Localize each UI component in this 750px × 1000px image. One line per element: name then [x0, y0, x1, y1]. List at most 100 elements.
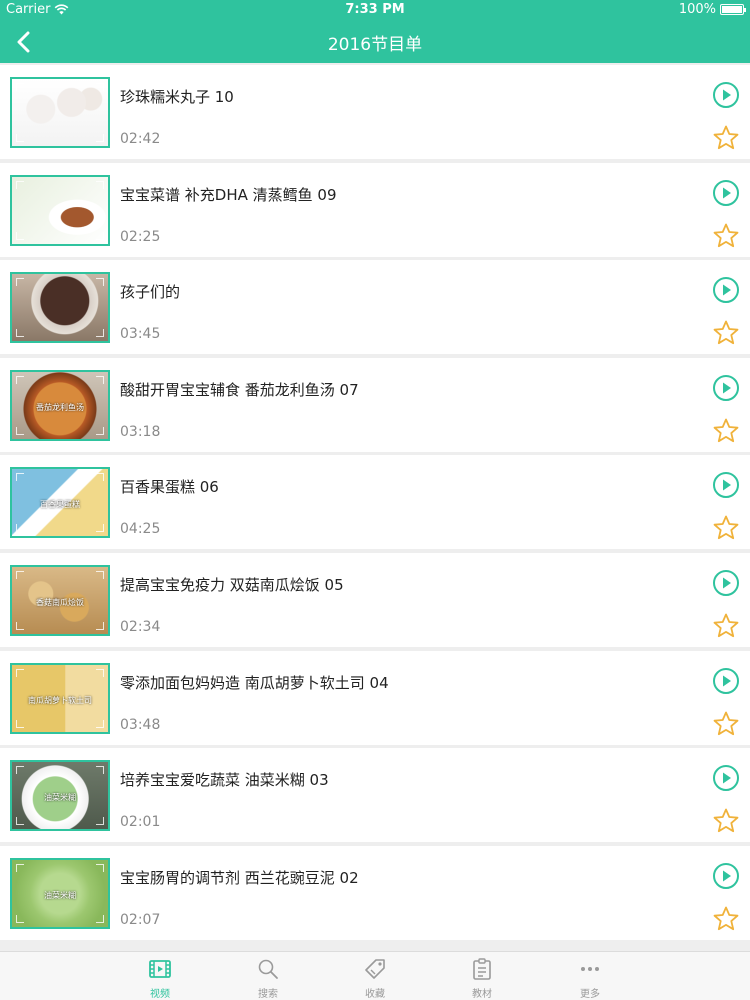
favorite-button[interactable]	[712, 319, 740, 347]
play-icon	[713, 374, 739, 401]
status-bar: Carrier 7:33 PM 100%	[0, 0, 750, 20]
video-title: 提高宝宝免疫力 双菇南瓜烩饭 05	[120, 576, 344, 594]
play-button[interactable]	[712, 81, 740, 109]
play-icon	[713, 570, 739, 596]
thumbnail-corner-mark	[16, 668, 24, 677]
play-button[interactable]	[712, 471, 740, 499]
favorite-button[interactable]	[712, 124, 740, 152]
play-button[interactable]	[712, 667, 740, 695]
play-button[interactable]	[712, 862, 740, 890]
video-thumbnail[interactable]: 百香果蛋糕	[10, 467, 110, 539]
video-duration: 02:01	[120, 814, 161, 831]
thumbnail-corner-mark	[96, 231, 104, 240]
thumbnail-corner-mark	[16, 134, 24, 142]
tab-search[interactable]: 搜索	[228, 952, 308, 1000]
star-icon	[713, 223, 739, 247]
thumbnail-corner-mark	[96, 817, 104, 826]
favorite-button[interactable]	[712, 710, 740, 738]
tab-label: 教材	[472, 989, 492, 1000]
list-item[interactable]: 番茄龙利鱼汤 酸甜开胃宝宝辅食 番茄龙利鱼汤 07 03:18	[0, 357, 750, 452]
navigation-bar: 2016节目单	[0, 20, 750, 63]
video-thumbnail[interactable]	[10, 77, 110, 148]
thumbnail-corner-mark	[96, 278, 104, 287]
thumbnail-corner-mark	[16, 278, 24, 287]
video-title: 孩子们的	[120, 283, 181, 302]
thumbnail-corner-mark	[96, 914, 104, 923]
tab-tag[interactable]: 收藏	[335, 952, 415, 1000]
play-icon	[713, 667, 739, 694]
tab-label: 更多	[580, 989, 600, 1000]
list-item[interactable]: 宝宝菜谱 补充DHA 清蒸鳕鱼 09 02:25	[0, 162, 750, 257]
status-time: 7:33 PM	[345, 2, 405, 17]
tab-label: 收藏	[365, 989, 385, 1000]
thumbnail-corner-mark	[16, 329, 24, 338]
thumbnail-corner-mark	[16, 231, 24, 240]
list-item[interactable]: 油菜米糊 培养宝宝爱吃蔬菜 油菜米糊 03 02:01	[0, 748, 750, 843]
star-icon	[713, 906, 739, 930]
star-icon	[713, 808, 739, 833]
list-item[interactable]: 南瓜胡萝卜软土司 零添加面包妈妈造 南瓜胡萝卜软土司 04 03:48	[0, 650, 750, 745]
video-duration: 02:42	[120, 131, 161, 147]
thumbnail-corner-mark	[96, 571, 104, 579]
video-duration: 04:25	[120, 521, 161, 538]
thumbnail-caption: 油菜米糊	[44, 890, 76, 900]
video-title: 宝宝肠胃的调节剂 西兰花豌豆泥 02	[120, 868, 359, 887]
thumbnail-corner-mark	[96, 719, 104, 728]
thumbnail-corner-mark	[16, 863, 24, 872]
favorite-button[interactable]	[712, 612, 740, 640]
thumbnail-caption: 番茄龙利鱼汤	[36, 402, 84, 412]
video-duration: 03:48	[120, 716, 161, 733]
thumbnail-corner-mark	[96, 863, 104, 872]
thumbnail-corner-mark	[16, 83, 24, 91]
play-button[interactable]	[712, 276, 740, 304]
thumbnail-caption: 油菜米糊	[44, 793, 76, 803]
list-item[interactable]: 香菇南瓜烩饭 提高宝宝免疫力 双菇南瓜烩饭 05 02:34	[0, 553, 750, 647]
video-thumbnail[interactable]: 番茄龙利鱼汤	[10, 369, 110, 441]
favorite-button[interactable]	[712, 514, 740, 542]
tab-clipboard[interactable]: 教材	[442, 952, 522, 1000]
tab-label: 搜索	[258, 989, 278, 1000]
thumbnail-corner-mark	[96, 473, 104, 482]
play-button[interactable]	[712, 569, 740, 597]
thumbnail-corner-mark	[96, 622, 104, 630]
thumbnail-corner-mark	[16, 766, 24, 775]
star-icon	[713, 515, 739, 540]
favorite-button[interactable]	[712, 222, 740, 250]
tab-more[interactable]: 更多	[550, 952, 630, 1000]
video-list[interactable]: 珍珠糯米丸子 10 02:42 宝宝菜谱 补充DHA 清蒸鳕鱼 09 02:25 孩子们…	[0, 63, 750, 951]
favorite-button[interactable]	[712, 807, 740, 835]
video-thumbnail[interactable]: 香菇南瓜烩饭	[10, 565, 110, 636]
thumbnail-caption: 百香果蛋糕	[40, 500, 80, 510]
video-title: 培养宝宝爱吃蔬菜 油菜米糊 03	[120, 771, 329, 790]
video-title: 宝宝菜谱 补充DHA 清蒸鳕鱼 09	[120, 185, 337, 204]
play-button[interactable]	[712, 764, 740, 792]
favorite-button[interactable]	[712, 417, 740, 445]
play-icon	[713, 179, 739, 206]
video-thumbnail[interactable]: 南瓜胡萝卜软土司	[10, 662, 110, 734]
thumbnail-corner-mark	[16, 524, 24, 533]
video-thumbnail[interactable]	[10, 174, 110, 246]
list-item[interactable]: 孩子们的 03:45	[0, 260, 750, 355]
play-icon	[713, 765, 739, 792]
video-duration: 02:34	[120, 619, 161, 635]
thumbnail-corner-mark	[16, 719, 24, 728]
list-item[interactable]: 油菜米糊 宝宝肠胃的调节剂 西兰花豌豆泥 02 02:07	[0, 845, 750, 940]
video-thumbnail[interactable]	[10, 272, 110, 344]
video-duration: 03:45	[120, 326, 161, 343]
video-thumbnail[interactable]: 油菜米糊	[10, 760, 110, 832]
star-icon	[713, 711, 739, 735]
thumbnail-corner-mark	[16, 473, 24, 482]
thumbnail-corner-mark	[16, 571, 24, 579]
play-button[interactable]	[712, 179, 740, 207]
list-item[interactable]: 珍珠糯米丸子 10 02:42	[0, 65, 750, 159]
thumbnail-corner-mark	[16, 180, 24, 189]
play-button[interactable]	[712, 374, 740, 402]
tab-film[interactable]: 视频	[120, 952, 200, 1000]
thumbnail-corner-mark	[96, 83, 104, 91]
video-thumbnail[interactable]: 油菜米糊	[10, 857, 110, 929]
battery-percent: 100%	[678, 2, 716, 17]
thumbnail-caption: 南瓜胡萝卜软土司	[28, 695, 92, 705]
list-item[interactable]: 百香果蛋糕 百香果蛋糕 06 04:25	[0, 455, 750, 550]
thumbnail-corner-mark	[96, 668, 104, 677]
favorite-button[interactable]	[712, 905, 740, 933]
